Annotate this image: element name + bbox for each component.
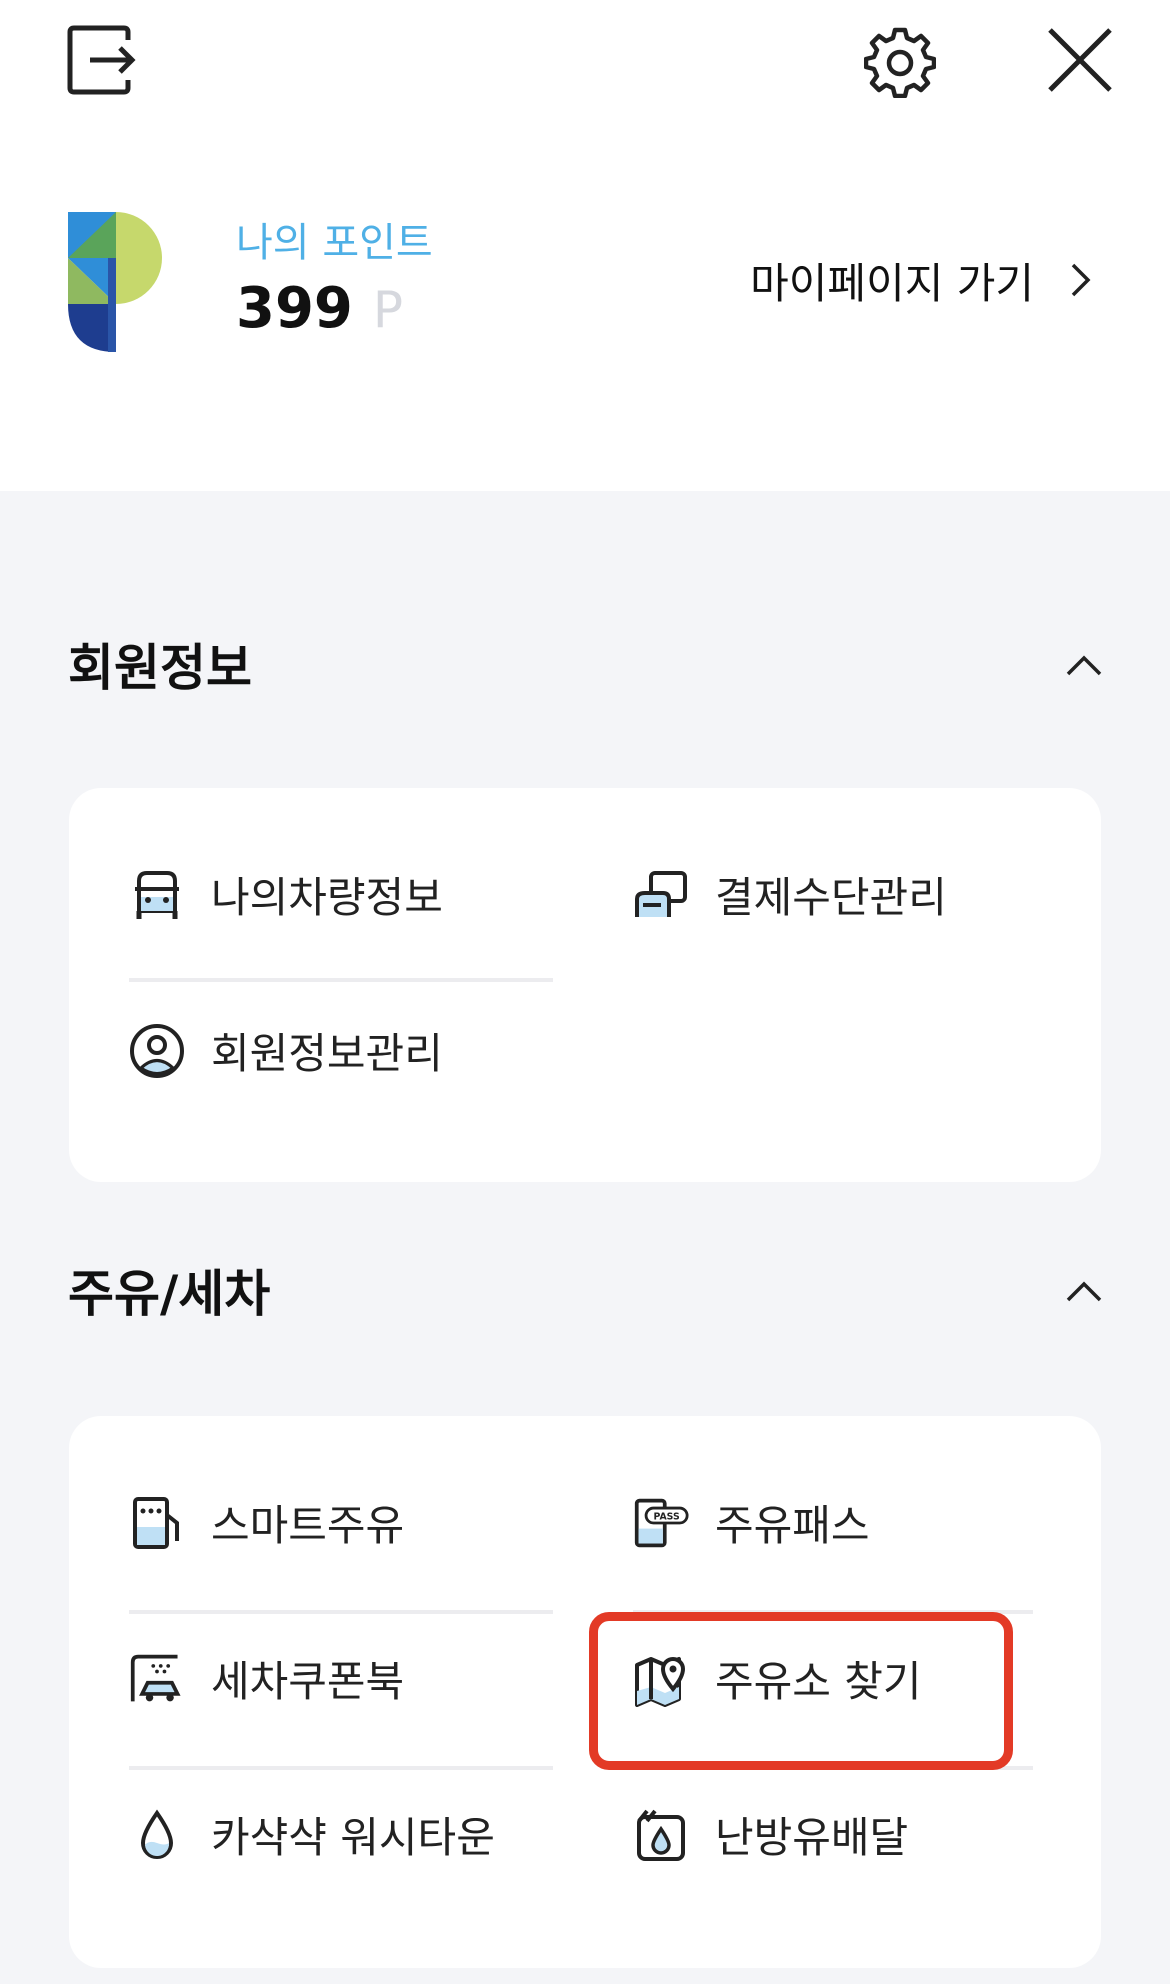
car-wash-icon [129, 1651, 185, 1707]
points-amount: 399 [236, 276, 353, 341]
chevron-right-icon[interactable] [1070, 262, 1092, 298]
menu-item-heating-oil[interactable]: 난방유배달 [633, 1804, 908, 1865]
gear-icon [863, 27, 937, 99]
close-icon [1048, 28, 1112, 92]
fuel-pump-icon [129, 1495, 185, 1551]
chevron-up-icon[interactable] [1066, 654, 1102, 676]
oil-can-icon [633, 1807, 689, 1863]
menu-item-member-info[interactable]: 회원정보관리 [129, 1020, 443, 1081]
points-unit: P [372, 281, 404, 339]
brand-logo [68, 212, 164, 356]
header-panel [0, 0, 1170, 491]
divider [129, 978, 553, 982]
section-title-fuel: 주유/세차 [68, 1265, 271, 1323]
divider [129, 1766, 553, 1770]
menu-item-label: 나의차량정보 [211, 873, 443, 922]
menu-item-payment[interactable]: 결제수단관리 [633, 864, 947, 925]
logout-icon [67, 25, 136, 95]
highlight-box [589, 1612, 1013, 1770]
divider [129, 1610, 553, 1614]
fuel-pass-icon: PASS [633, 1495, 689, 1551]
settings-button[interactable] [863, 26, 937, 99]
menu-item-label: 카샥샥 워시타운 [211, 1813, 495, 1862]
car-icon [129, 867, 185, 923]
points-label: 나의 포인트 [236, 220, 433, 266]
menu-item-fuel-pass[interactable]: PASS 주유패스 [633, 1492, 870, 1553]
menu-item-label: 주유패스 [715, 1501, 870, 1550]
logout-button[interactable] [66, 24, 138, 96]
menu-item-label: 난방유배달 [715, 1813, 909, 1862]
card-icon [633, 867, 689, 923]
mypage-link[interactable]: 마이페이지 가기 [750, 250, 1034, 311]
close-button[interactable] [1046, 26, 1114, 94]
chevron-up-icon[interactable] [1066, 1280, 1102, 1302]
menu-item-label: 스마트주유 [211, 1501, 405, 1550]
menu-item-label: 결제수단관리 [715, 873, 947, 922]
user-icon [129, 1023, 185, 1079]
menu-item-label: 회원정보관리 [211, 1029, 443, 1078]
section-title-member: 회원정보 [68, 639, 252, 697]
pass-badge: PASS [653, 1511, 679, 1522]
menu-item-smart-fuel[interactable]: 스마트주유 [129, 1492, 404, 1553]
member-card: 나의차량정보 결제수단관리 회원정보관리 [69, 788, 1101, 1182]
menu-item-label: 세차쿠폰북 [211, 1657, 405, 1706]
menu-item-my-car[interactable]: 나의차량정보 [129, 864, 443, 925]
menu-item-washtown[interactable]: 카샥샥 워시타운 [129, 1804, 495, 1865]
menu-item-wash-coupon[interactable]: 세차쿠폰북 [129, 1648, 404, 1709]
water-drop-icon [129, 1807, 185, 1863]
points-value: 399 P [236, 276, 403, 341]
